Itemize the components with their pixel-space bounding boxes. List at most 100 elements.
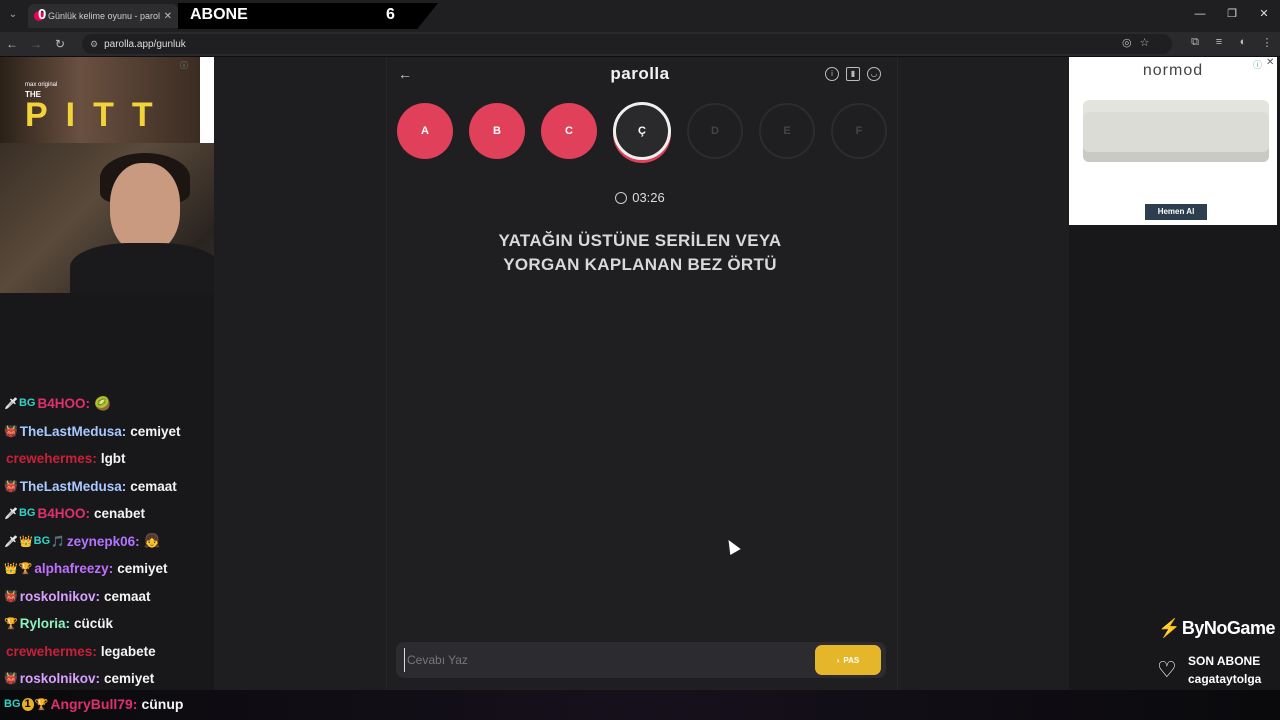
eye-off-icon[interactable]: ◎	[1122, 36, 1132, 49]
url-field[interactable]: ⚙ parolla.app/gunluk	[82, 34, 1172, 54]
chat-message: 👹 roskolnikov: cemiyet	[4, 665, 214, 693]
chat-badge-icon: 🏆	[18, 563, 33, 576]
chat-badge-icon: 🗡	[4, 535, 18, 548]
account-icon[interactable]: ◡	[867, 67, 881, 81]
bottom-chat-line: BG 1 🏆 AngryBull79: cünup	[4, 696, 183, 712]
chat-badges: 🗡 BG	[4, 507, 35, 520]
back-icon[interactable]: ←	[0, 37, 24, 51]
letter-pending: E	[759, 103, 815, 159]
chat-colon: :	[132, 696, 138, 712]
heart-icon: ♡	[1157, 657, 1177, 682]
question-line-1: YATAĞIN ÜSTÜNE SERİLEN VEYA	[498, 231, 782, 250]
letter-done: A	[397, 103, 453, 159]
letter-active: Ç	[613, 102, 671, 160]
chat-badge-icon: 🏆	[34, 698, 49, 711]
chat-colon: :	[121, 478, 127, 494]
chat-message: crewehermes: legabete	[4, 638, 214, 666]
chat-badge-icon: 🗡	[4, 508, 18, 521]
ad-brand: normod	[1142, 62, 1204, 79]
url-text: parolla.app/gunluk	[104, 38, 186, 50]
chat-colon: :	[65, 616, 70, 632]
chat-colon: :	[121, 423, 127, 439]
answer-input[interactable]	[404, 648, 804, 672]
sofa-image-seat	[1083, 112, 1269, 162]
pas-button[interactable]: › PAS	[815, 645, 881, 675]
minimize-icon[interactable]: —	[1184, 0, 1216, 28]
extensions-icon[interactable]: ⧉	[1188, 36, 1202, 49]
webcam-body	[70, 243, 220, 293]
chat-username[interactable]: roskolnikov	[20, 671, 96, 686]
browser-tab[interactable]: Günlük kelime oyunu - parolla ✕	[28, 4, 178, 28]
tab-search-icon[interactable]: ⌄	[4, 6, 22, 24]
ad-buy-button[interactable]: Hemen Al	[1145, 204, 1207, 220]
tab-close-icon[interactable]: ✕	[164, 11, 172, 22]
reload-icon[interactable]: ↻	[48, 37, 72, 51]
chat-colon: :	[85, 396, 90, 412]
question-line-2: YORGAN KAPLANAN BEZ ÖRTÜ	[503, 255, 777, 274]
timer-value: 03:26	[632, 190, 665, 205]
window-controls: — ❐ ✕	[1184, 0, 1280, 28]
chat-text: 👧	[143, 533, 161, 549]
chat-colon: :	[92, 451, 97, 467]
ad-info-icon[interactable]: ⓘ	[180, 60, 188, 71]
letter-pending: D	[687, 103, 743, 159]
chat-badges: 👹	[4, 590, 18, 603]
game-back-icon[interactable]: ←	[398, 66, 412, 82]
close-window-icon[interactable]: ✕	[1248, 0, 1280, 28]
chat-text: cemaat	[103, 588, 151, 604]
chat-text: cemiyet	[117, 561, 168, 577]
bolt-icon: ⚡	[1158, 618, 1180, 638]
forward-icon[interactable]: →	[24, 37, 48, 51]
chat-username[interactable]: Ryloria	[20, 616, 66, 631]
adchoices-icon[interactable]: ⓘ	[1253, 58, 1262, 71]
chat-username[interactable]: TheLastMedusa	[20, 424, 122, 439]
profile-icon[interactable]: ◐	[1236, 36, 1250, 49]
chat-message: 👹 TheLastMedusa: cemiyet	[4, 418, 214, 446]
chat-badges: 🗡 BG	[4, 397, 35, 410]
menu-icon[interactable]: ⋮	[1260, 36, 1274, 49]
stats-icon[interactable]: ▮	[846, 67, 860, 81]
chat-badge-icon: 👹	[4, 673, 18, 686]
chat-message: 👹 TheLastMedusa: cemaat	[4, 473, 214, 501]
chat-badges: 👑 🏆	[4, 562, 32, 575]
site-info-icon[interactable]: ⚙	[90, 39, 98, 50]
son-abone-title: SON ABONE	[1188, 654, 1261, 668]
chat-message: 🏆 Ryloria: cücük	[4, 610, 214, 638]
question-text: YATAĞIN ÜSTÜNE SERİLEN VEYA YORGAN KAPLA…	[440, 229, 840, 277]
chat-username[interactable]: crewehermes	[6, 644, 92, 659]
chat-text: 🥝	[93, 395, 111, 411]
chat-text: lgbt	[100, 451, 126, 467]
chat-colon: :	[92, 643, 97, 659]
bookmark-star-icon[interactable]: ☆	[1140, 36, 1150, 49]
media-icon[interactable]: ≡	[1212, 36, 1226, 49]
chat-username[interactable]: B4HOO	[37, 506, 85, 521]
chat-username[interactable]: zeynepk06	[67, 534, 135, 549]
chat-colon: :	[95, 588, 100, 604]
chat-badges: 👹	[4, 480, 18, 493]
overlay-counter: 0	[38, 6, 47, 23]
tab-title: Günlük kelime oyunu - parolla	[48, 11, 160, 21]
letter-pending: F	[831, 103, 887, 159]
abone-label: ABONE	[190, 6, 248, 23]
chat-badge-icon: 🎵	[51, 535, 65, 548]
chat-badge-icon: 👹	[4, 425, 18, 438]
chat-badge-icon: 🏆	[4, 618, 18, 631]
info-icon[interactable]: i	[825, 67, 839, 81]
restore-icon[interactable]: ❐	[1216, 0, 1248, 28]
chat-text: cemiyet	[103, 671, 155, 687]
chat-username[interactable]: TheLastMedusa	[20, 479, 122, 494]
chat-username[interactable]: AngryBull79	[50, 696, 132, 712]
chat-badge-icon: 👑	[4, 563, 18, 576]
chat-message: crewehermes: lgbt	[4, 445, 214, 473]
chat-username[interactable]: B4HOO	[37, 396, 85, 411]
chat-username[interactable]: roskolnikov	[20, 589, 96, 604]
chat-username[interactable]: crewehermes	[6, 451, 92, 466]
ad-close-icon[interactable]: ✕	[1266, 57, 1274, 68]
chat-badge-icon: 👑	[18, 535, 33, 548]
bottom-overlay-bar	[0, 690, 1280, 720]
chat-username[interactable]: alphafreezy	[34, 561, 108, 576]
webcam-face	[110, 163, 180, 253]
chat-badge-icon: BG	[18, 507, 36, 520]
address-bar-row: ← → ↻ ⚙ parolla.app/gunluk ◎ ☆ ⧉ ≡ ◐ ⋮	[0, 32, 1280, 56]
chat-text: cenabet	[93, 506, 146, 522]
